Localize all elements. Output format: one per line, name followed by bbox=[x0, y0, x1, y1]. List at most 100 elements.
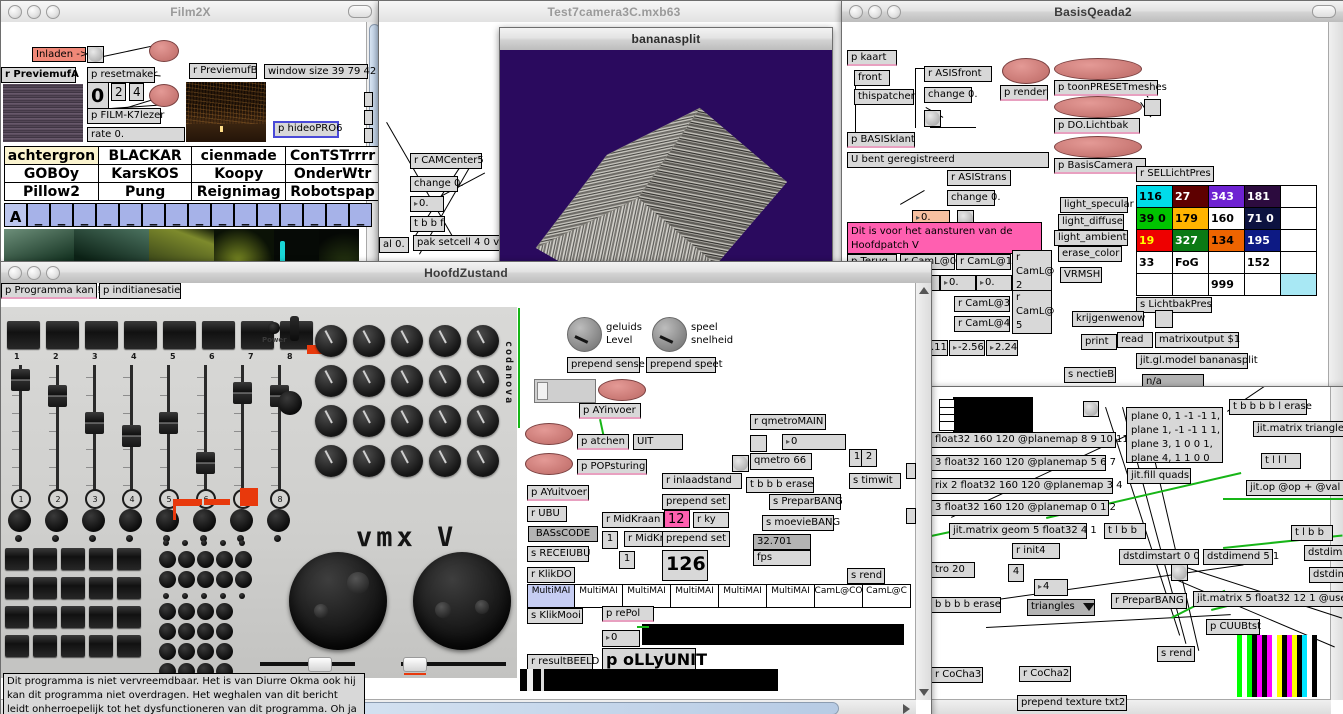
s-preparbang[interactable]: s PreparBANG bbox=[769, 494, 843, 510]
s-nectieb-right[interactable]: s nectieB bbox=[1064, 367, 1116, 383]
r-sellichtpres[interactable]: r SELLichtPres bbox=[1136, 166, 1214, 182]
close-button[interactable] bbox=[849, 4, 863, 19]
light-ambient-message[interactable]: light_ambient bbox=[1054, 230, 1128, 246]
number-qmetro-value[interactable]: 0 bbox=[782, 434, 846, 450]
slot-cell[interactable]: _ bbox=[50, 203, 73, 227]
jit-matrix-triangle[interactable]: jit.matrix triangle bbox=[1253, 421, 1343, 437]
matrix-cell[interactable] bbox=[1136, 273, 1173, 296]
dstdimstart-message[interactable]: dstdimstart 0 0 bbox=[1119, 549, 1200, 565]
p-toonpresetmeshes[interactable]: p toonPRESETmeshes bbox=[1054, 80, 1167, 96]
scroll-down-arrow[interactable] bbox=[919, 689, 929, 696]
matrix-cell[interactable] bbox=[1280, 251, 1317, 274]
number-box[interactable]: 0. bbox=[410, 196, 444, 212]
close-button[interactable] bbox=[8, 4, 22, 19]
p-resetmaker[interactable]: p resetmaker bbox=[87, 67, 157, 83]
p-film-k7lezer[interactable]: p FILM-K7lezer bbox=[87, 108, 164, 124]
titlebar-basisqeada2[interactable]: BasisQeada2 bbox=[842, 1, 1343, 23]
jitterpatch-canvas[interactable]: float32 160 120 @planemap 8 9 10 11 3 fl… bbox=[931, 387, 1343, 714]
erase-color-message[interactable]: erase_color bbox=[1058, 246, 1122, 262]
edge-object[interactable] bbox=[906, 463, 916, 479]
matrix-cell[interactable] bbox=[1280, 185, 1317, 208]
slot-cell[interactable]: _ bbox=[73, 203, 96, 227]
p-atchen[interactable]: p atchen bbox=[577, 434, 629, 450]
matrixoutput-message[interactable]: matrixoutput $1 bbox=[1155, 332, 1240, 348]
table-cell[interactable]: Pillow2 bbox=[4, 182, 99, 201]
p-hideoPRO6[interactable]: p hideoPRO6 bbox=[273, 121, 342, 138]
scroll-thumb[interactable] bbox=[287, 702, 839, 714]
mixer-round-knob[interactable] bbox=[159, 603, 176, 620]
slot-cell[interactable]: _ bbox=[27, 203, 50, 227]
val-left-object[interactable]: al 0. bbox=[379, 237, 409, 253]
dstdimend-message[interactable]: dstdimend 5 1 bbox=[1203, 549, 1279, 565]
rate-message[interactable]: rate 0. bbox=[87, 127, 185, 142]
multimai-tab[interactable]: MultiMAI bbox=[767, 584, 815, 608]
matrix-cell[interactable]: 343 bbox=[1208, 185, 1245, 208]
light-diffuse-message[interactable]: light_diffuse bbox=[1058, 214, 1124, 230]
read-message[interactable]: read bbox=[1117, 332, 1153, 348]
mixer-round-knob[interactable] bbox=[178, 643, 195, 660]
minimize-button[interactable] bbox=[27, 265, 41, 280]
r-preparbang-b[interactable]: r PreparBANG bbox=[1111, 593, 1187, 609]
table-cell[interactable]: GOBOy bbox=[4, 164, 99, 183]
zoom-button[interactable] bbox=[887, 4, 901, 19]
matrix-cell[interactable]: 134 bbox=[1208, 229, 1245, 252]
minimize-button[interactable] bbox=[27, 4, 41, 19]
slot-cell[interactable]: A bbox=[4, 203, 27, 227]
t-bbbb-erase-left[interactable]: b b b b erase bbox=[931, 597, 1001, 613]
fps-value-display[interactable]: 32.701 bbox=[753, 534, 811, 550]
number-box-0[interactable]: 0 bbox=[87, 82, 109, 110]
crossfader-left-handle[interactable] bbox=[308, 657, 332, 672]
r-klikdo[interactable]: r KlikDO bbox=[527, 567, 575, 583]
matrix-cell[interactable] bbox=[1244, 273, 1281, 296]
bang-button[interactable] bbox=[87, 46, 104, 63]
mixer-round-knob[interactable] bbox=[178, 623, 195, 640]
mixer-round-knob[interactable] bbox=[216, 643, 233, 660]
mixer-round-knob[interactable] bbox=[197, 551, 214, 568]
prepend-set-a[interactable]: prepend set bbox=[662, 494, 730, 510]
table-row[interactable]: achtergron BLACKAR cienmade ConTSTrrrr bbox=[4, 146, 380, 165]
s-moeviebang[interactable]: s moevieBANG bbox=[762, 515, 840, 531]
table-cell[interactable]: Pung bbox=[97, 182, 193, 201]
number-box-zero[interactable]: 0 bbox=[602, 630, 640, 647]
matrix-cell[interactable]: 327 bbox=[1172, 229, 1209, 252]
mixer-round-knob[interactable] bbox=[197, 643, 214, 660]
p-popsturing[interactable]: p POPsturing bbox=[577, 459, 647, 475]
horizontal-scrollbar[interactable] bbox=[931, 699, 1331, 714]
r-caml3[interactable]: r CamL@3 bbox=[954, 296, 1010, 312]
zoom-button[interactable] bbox=[46, 4, 60, 19]
titlebar-hoofdzustand[interactable]: HoofdZustand bbox=[1, 262, 931, 284]
p-basiscamera[interactable]: p BasisCamera bbox=[1054, 158, 1146, 174]
film2x-canvas[interactable]: Inladen -> r PreviemufA p resetmaker r P… bbox=[1, 22, 380, 273]
bang-button[interactable] bbox=[1171, 564, 1188, 581]
change-object-a[interactable]: change 0. bbox=[924, 87, 978, 103]
r-inlaadstand[interactable]: r inlaadstand bbox=[662, 473, 742, 489]
krijgenwenow-message[interactable]: krijgenwenow bbox=[1072, 311, 1145, 327]
mixer-round-knob[interactable] bbox=[216, 571, 233, 588]
scroll-right-arrow[interactable] bbox=[903, 704, 910, 714]
close-button[interactable] bbox=[8, 265, 22, 280]
dstdims-message-c[interactable]: dstdims bbox=[1309, 567, 1343, 583]
r-caml4[interactable]: r CamL@4 bbox=[954, 316, 1010, 332]
jit-gl-model-object[interactable]: jit.gl.model bananasplit bbox=[1136, 353, 1258, 369]
print-object[interactable]: print bbox=[1081, 334, 1117, 350]
window-controls-hoofdzustand[interactable] bbox=[8, 265, 60, 280]
na-display[interactable]: n/a bbox=[1142, 374, 1204, 386]
number-box-4[interactable]: 4 bbox=[129, 83, 144, 101]
zoom-button[interactable] bbox=[46, 265, 60, 280]
toggle-button[interactable] bbox=[750, 435, 767, 452]
edge-object-t[interactable] bbox=[364, 128, 373, 143]
r-qmetromain[interactable]: r qmetroMAIN bbox=[750, 414, 826, 430]
window-hoofdzustand[interactable]: HoofdZustand p Programma kan ! p inditia… bbox=[0, 261, 932, 714]
light-specular-message[interactable]: light_specular bbox=[1060, 197, 1134, 213]
mixer-round-knob[interactable] bbox=[235, 571, 252, 588]
matrix-cell[interactable]: 71 0 bbox=[1244, 207, 1281, 230]
mixer-round-knob[interactable] bbox=[159, 571, 176, 588]
jit-matrix-planemap-a[interactable]: float32 160 120 @planemap 8 9 10 11 bbox=[931, 432, 1129, 448]
table-cell[interactable]: cienmade bbox=[191, 146, 287, 165]
s-timwit[interactable]: s timwit bbox=[849, 473, 901, 489]
jit-matrix-geom[interactable]: jit.matrix geom 5 float32 4 1 bbox=[949, 523, 1097, 539]
mixer-round-knob[interactable] bbox=[197, 571, 214, 588]
slot-cell[interactable]: _ bbox=[211, 203, 234, 227]
slot-cell[interactable]: _ bbox=[280, 203, 303, 227]
vrmsh-message[interactable]: VRMSH bbox=[1060, 267, 1102, 283]
